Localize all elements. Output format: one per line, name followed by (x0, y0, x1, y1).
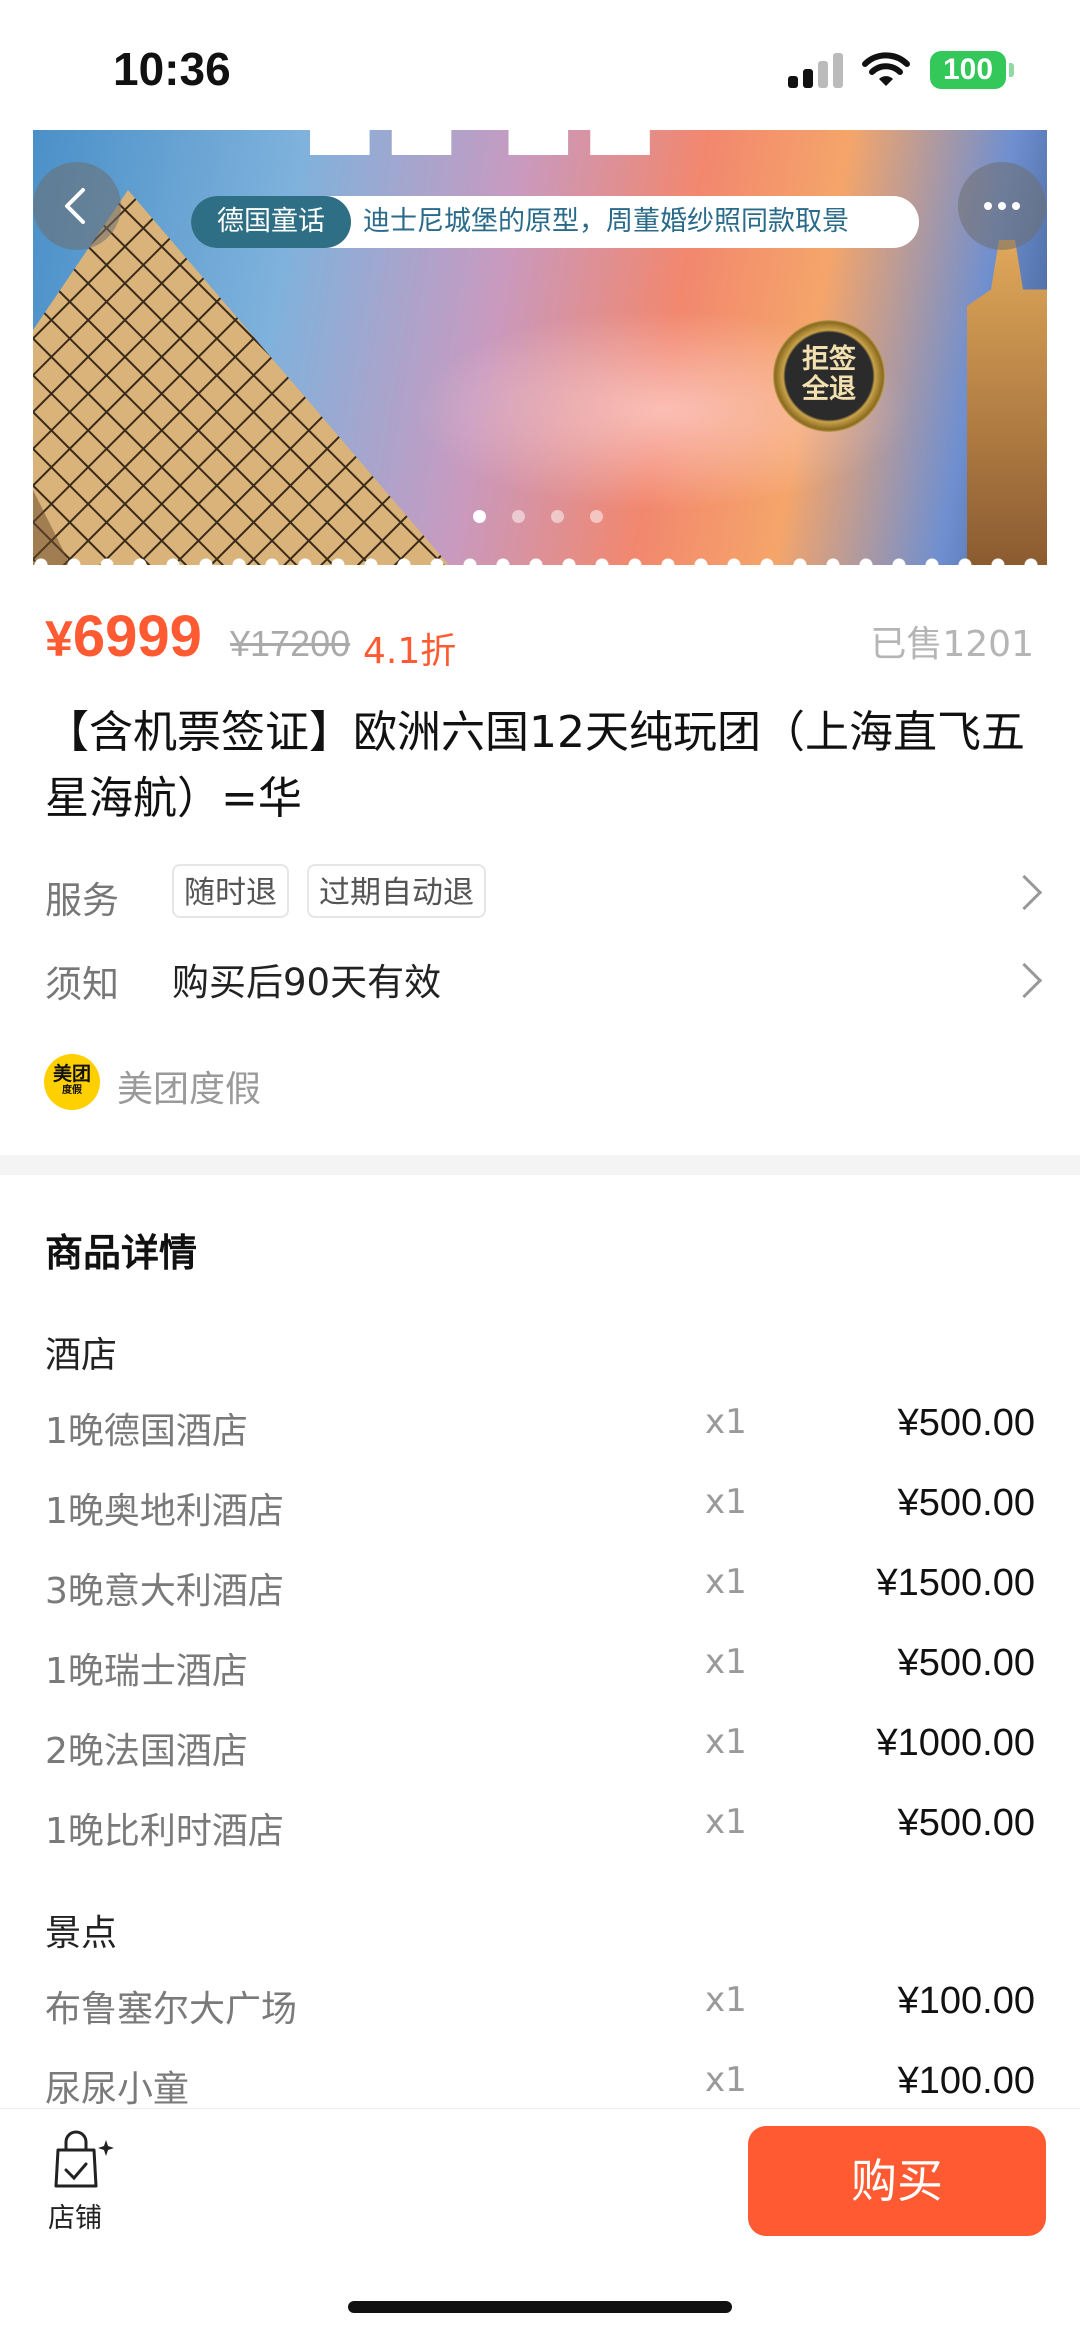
item-qty: x1 (705, 2060, 747, 2100)
refund-seal-badge: 拒签 全退 (773, 320, 885, 432)
list-item: 2晚法国酒店 x1 ¥1000.00 (45, 1722, 1035, 1782)
item-qty: x1 (705, 1642, 747, 1682)
carousel-dot[interactable] (551, 510, 564, 523)
back-icon (65, 188, 85, 224)
item-amount: ¥100.00 (897, 1980, 1035, 2022)
back-button[interactable] (33, 162, 121, 250)
item-amount: ¥500.00 (897, 1642, 1035, 1684)
service-chip: 随时退 (172, 864, 289, 918)
seal-line-1: 拒签 (802, 344, 856, 375)
item-qty: x1 (705, 1802, 747, 1842)
item-qty: x1 (705, 1722, 747, 1762)
item-qty: x1 (705, 1562, 747, 1602)
more-icon (984, 202, 1020, 210)
sold-count: 已售1201 (870, 624, 1034, 665)
carousel-dot[interactable] (512, 510, 525, 523)
item-amount: ¥1000.00 (876, 1722, 1036, 1764)
status-time: 10:36 (113, 43, 231, 95)
palace-building-image (967, 240, 1047, 565)
item-name: 1晚奥地利酒店 (45, 1491, 284, 1532)
merchant-logo-text: 美团 (52, 1063, 91, 1085)
shop-label: 店铺 (48, 2203, 102, 2234)
wifi-icon (862, 52, 910, 86)
original-price: ¥17200 (230, 623, 351, 664)
merchant-name: 美团度假 (117, 1069, 262, 1110)
carousel-dots (473, 508, 629, 523)
group-title-hotel: 酒店 (45, 1335, 118, 1376)
item-qty: x1 (705, 1482, 747, 1522)
item-name: 1晚比利时酒店 (45, 1811, 284, 1852)
list-item: 3晚意大利酒店 x1 ¥1500.00 (45, 1562, 1035, 1622)
list-item: 1晚比利时酒店 x1 ¥500.00 (45, 1802, 1035, 1862)
battery-icon: 100 (930, 51, 1006, 89)
item-amount: ¥100.00 (897, 2060, 1035, 2102)
item-name: 3晚意大利酒店 (45, 1571, 284, 1612)
discount-label: 4.1折 (363, 631, 457, 672)
banner-tag-pill: 德国童话 迪士尼城堡的原型，周董婚纱照同款取景 (191, 196, 919, 248)
list-item: 布鲁塞尔大广场 x1 ¥100.00 (45, 1980, 1035, 2040)
item-amount: ¥500.00 (897, 1402, 1035, 1444)
list-item: 1晚奥地利酒店 x1 ¥500.00 (45, 1482, 1035, 1542)
price-value: 6999 (72, 604, 202, 669)
current-price: ¥6999 (45, 603, 202, 670)
chevron-right-icon (1006, 874, 1043, 911)
notice-text: 购买后90天有效 (172, 961, 442, 1004)
item-amount: ¥500.00 (897, 1482, 1035, 1524)
buy-button[interactable]: 购买 (748, 2126, 1046, 2236)
carousel-dot[interactable] (590, 510, 603, 523)
shop-bag-icon (54, 2130, 114, 2188)
item-name: 2晚法国酒店 (45, 1731, 248, 1772)
banner-tag-text: 迪士尼城堡的原型，周董婚纱照同款取景 (363, 206, 849, 237)
group-title-attraction: 景点 (45, 1913, 118, 1954)
more-button[interactable] (958, 162, 1046, 250)
chevron-right-icon (1006, 962, 1043, 999)
banner-tag-label: 德国童话 (191, 196, 351, 248)
home-indicator[interactable] (348, 2301, 732, 2313)
banner-edge (33, 553, 1047, 565)
service-label: 服务 (45, 879, 119, 922)
product-title: 【含机票签证】欧洲六国12天纯玩团（上海直飞五星海航）=华 (45, 707, 1025, 824)
item-name: 尿尿小童 (45, 2069, 190, 2110)
item-amount: ¥1500.00 (876, 1562, 1036, 1604)
list-item: 1晚瑞士酒店 x1 ¥500.00 (45, 1642, 1035, 1702)
notice-label: 须知 (45, 963, 119, 1006)
list-item: 1晚德国酒店 x1 ¥500.00 (45, 1402, 1035, 1462)
currency-symbol: ¥ (45, 611, 73, 667)
merchant-logo-sub: 度假 (62, 1085, 82, 1096)
status-bar: 10:36 100 (0, 0, 1080, 130)
item-qty: x1 (705, 1980, 747, 2020)
item-qty: x1 (705, 1402, 747, 1442)
product-image-carousel[interactable]: ▬▬ ▬▬ 德国童话 迪士尼城堡的原型，周董婚纱照同款取景 拒签 全退 (33, 130, 1047, 565)
item-amount: ¥500.00 (897, 1802, 1035, 1844)
banner-title-fragment: ▬▬ ▬▬ (303, 130, 665, 180)
item-name: 1晚德国酒店 (45, 1411, 248, 1452)
section-divider (0, 1155, 1080, 1175)
carousel-dot[interactable] (473, 510, 486, 523)
battery-cap (1009, 63, 1014, 77)
details-title: 商品详情 (45, 1231, 198, 1275)
merchant-logo: 美团 度假 (44, 1054, 100, 1110)
item-name: 1晚瑞士酒店 (45, 1651, 248, 1692)
seal-line-2: 全退 (802, 374, 856, 405)
signal-icon (788, 52, 844, 88)
service-chip: 过期自动退 (307, 864, 486, 918)
item-name: 布鲁塞尔大广场 (45, 1989, 298, 2030)
